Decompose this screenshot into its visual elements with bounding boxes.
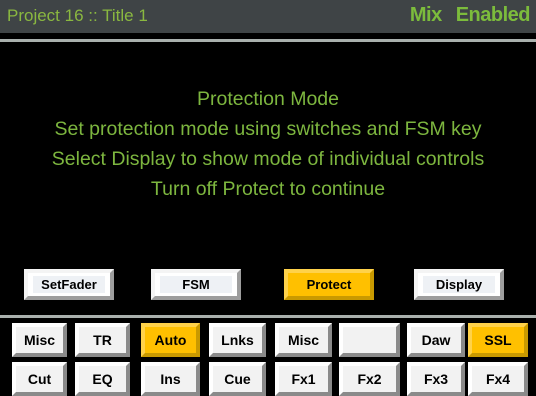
mode-button-misc[interactable]: Misc [12,323,67,357]
mix-status: Mix Enabled [409,4,531,27]
softkey-label: Display [423,276,495,293]
enabled-label: Enabled [455,4,531,26]
softkey-fsm[interactable]: FSM [151,269,241,300]
mode-button-auto[interactable]: Auto [141,323,200,357]
softkey-display[interactable]: Display [414,269,504,300]
message-line: Set protection mode using switches and F… [54,118,482,140]
mode-button-eq[interactable]: EQ [75,362,130,396]
mode-button-tr[interactable]: TR [75,323,130,357]
mode-button-daw[interactable]: Daw [407,323,465,357]
bottom-divider [0,315,536,318]
softkey-label: SetFader [33,276,105,293]
mode-button-cue[interactable]: Cue [209,362,266,396]
softkey-protect[interactable]: Protect [284,269,374,300]
mode-button-fx3[interactable]: Fx3 [407,362,465,396]
mode-button-fx4[interactable]: Fx4 [468,362,528,396]
mode-button-ins[interactable]: Ins [141,362,200,396]
mode-button-fx1[interactable]: Fx1 [275,362,332,396]
mode-button-fx2[interactable]: Fx2 [339,362,400,396]
message-line: Select Display to show mode of individua… [51,148,485,170]
mode-button-lnks[interactable]: Lnks [209,323,266,357]
message-heading: Protection Mode [197,88,339,110]
mode-button-ssl[interactable]: SSL [468,323,528,357]
title-bar: Project 16 :: Title 1 Mix Enabled [0,0,536,33]
mode-button-blank[interactable] [339,323,400,357]
softkey-label: FSM [160,276,232,293]
project-title: Project 16 :: Title 1 [7,6,148,25]
protection-message: Protection Mode Set protection mode usin… [0,84,536,204]
top-divider [0,39,536,42]
mode-button-misc-2[interactable]: Misc [275,323,332,357]
mode-button-cut[interactable]: Cut [12,362,67,396]
mix-label: Mix [409,4,442,26]
softkey-label: Protect [293,276,365,293]
message-line: Turn off Protect to continue [150,178,386,200]
softkey-setfader[interactable]: SetFader [24,269,114,300]
